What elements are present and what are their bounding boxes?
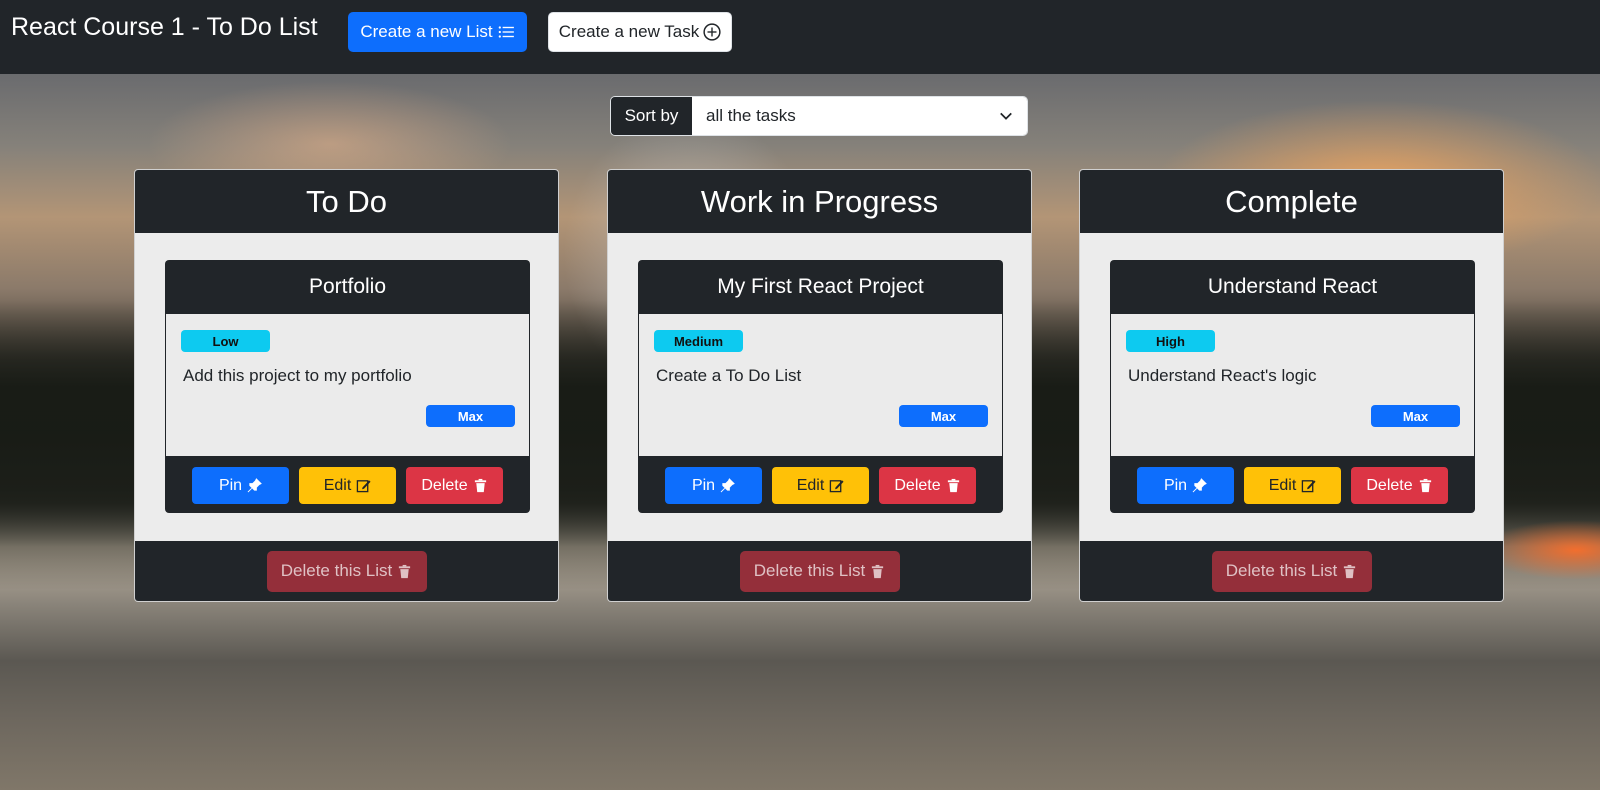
pin-label: Pin	[218, 476, 243, 494]
edit-icon	[830, 480, 844, 493]
edit-button[interactable]: Edit	[1244, 467, 1341, 504]
delete-label: Delete	[1366, 476, 1413, 494]
list-footer: Delete this List	[135, 541, 558, 601]
delete-list-button[interactable]: Delete this List	[1211, 550, 1372, 592]
delete-task-button[interactable]: Delete	[879, 467, 976, 504]
owner-badge: Max	[426, 405, 515, 427]
navbar: React Course 1 - To Do List Create a new…	[0, 0, 1600, 74]
priority-badge: High	[1126, 330, 1215, 352]
task-card: Portfolio Low Add this project to my por…	[165, 260, 530, 513]
plus-circle-icon	[703, 23, 721, 41]
pin-icon	[1192, 478, 1207, 493]
create-task-label: Create a new Task	[558, 22, 700, 41]
pin-label: Pin	[691, 476, 716, 494]
task-body: Low Add this project to my portfolio Max	[166, 314, 529, 456]
delete-list-label: Delete this List	[753, 561, 866, 580]
task-description: Understand React's logic	[1128, 366, 1317, 385]
delete-label: Delete	[421, 476, 468, 494]
edit-label: Edit	[323, 476, 352, 494]
list-column: To Do Portfolio Low Add this project to …	[134, 169, 559, 602]
delete-task-button[interactable]: Delete	[406, 467, 503, 504]
task-actions: Pin Edit Delete	[1110, 467, 1475, 504]
delete-list-label: Delete this List	[280, 561, 393, 580]
priority-badge: Low	[181, 330, 270, 352]
pin-button[interactable]: Pin	[192, 467, 289, 504]
edit-icon	[1302, 480, 1316, 493]
app-title: React Course 1 - To Do List	[11, 13, 318, 41]
trash-icon	[399, 564, 411, 578]
create-task-button[interactable]: Create a new Task	[548, 12, 732, 52]
pin-button[interactable]: Pin	[665, 467, 762, 504]
sort-select[interactable]: all the tasks	[692, 97, 1027, 135]
create-list-label: Create a new List	[360, 22, 493, 41]
delete-list-button[interactable]: Delete this List	[266, 550, 427, 592]
owner-badge: Max	[1371, 405, 1460, 427]
list-title: Work in Progress	[608, 170, 1031, 233]
task-body: Medium Create a To Do List Max	[639, 314, 1002, 456]
task-card: My First React Project Medium Create a T…	[638, 260, 1003, 513]
pin-icon	[247, 478, 262, 493]
delete-task-button[interactable]: Delete	[1351, 467, 1448, 504]
sort-selected-value: all the tasks	[706, 106, 796, 125]
task-card: Understand React High Understand React's…	[1110, 260, 1475, 513]
task-actions: Pin Edit Delete	[638, 467, 1003, 504]
task-body: High Understand React's logic Max	[1111, 314, 1474, 456]
priority-badge: Medium	[654, 330, 743, 352]
owner-badge: Max	[899, 405, 988, 427]
edit-button[interactable]: Edit	[772, 467, 869, 504]
delete-label: Delete	[894, 476, 941, 494]
edit-button[interactable]: Edit	[299, 467, 396, 504]
task-description: Create a To Do List	[656, 366, 802, 385]
delete-list-button[interactable]: Delete this List	[739, 550, 900, 592]
trash-icon	[474, 478, 486, 493]
pin-button[interactable]: Pin	[1137, 467, 1234, 504]
edit-label: Edit	[796, 476, 825, 494]
trash-icon	[1344, 564, 1356, 578]
list-title: Complete	[1080, 170, 1503, 233]
list-title: To Do	[135, 170, 558, 233]
delete-list-label: Delete this List	[1225, 561, 1338, 580]
task-description: Add this project to my portfolio	[183, 366, 412, 385]
edit-label: Edit	[1268, 476, 1297, 494]
task-title: Understand React	[1207, 275, 1378, 298]
trash-icon	[872, 564, 884, 578]
list-column: Work in Progress My First React Project …	[607, 169, 1032, 602]
task-actions: Pin Edit Delete	[165, 467, 530, 504]
pin-icon	[720, 478, 735, 493]
pin-label: Pin	[1163, 476, 1188, 494]
task-title: My First React Project	[717, 275, 924, 298]
task-title: Portfolio	[308, 275, 387, 298]
chevron-down-icon	[1000, 112, 1012, 120]
list-footer: Delete this List	[1080, 541, 1503, 601]
sort-control: Sort by all the tasks	[610, 96, 1028, 136]
list-column: Complete Understand React High Understan…	[1079, 169, 1504, 602]
list-icon	[498, 26, 514, 38]
create-list-button[interactable]: Create a new List	[348, 12, 527, 52]
list-footer: Delete this List	[608, 541, 1031, 601]
trash-icon	[1419, 478, 1431, 493]
trash-icon	[947, 478, 959, 493]
edit-icon	[357, 480, 371, 493]
sort-label: Sort by	[611, 97, 692, 135]
